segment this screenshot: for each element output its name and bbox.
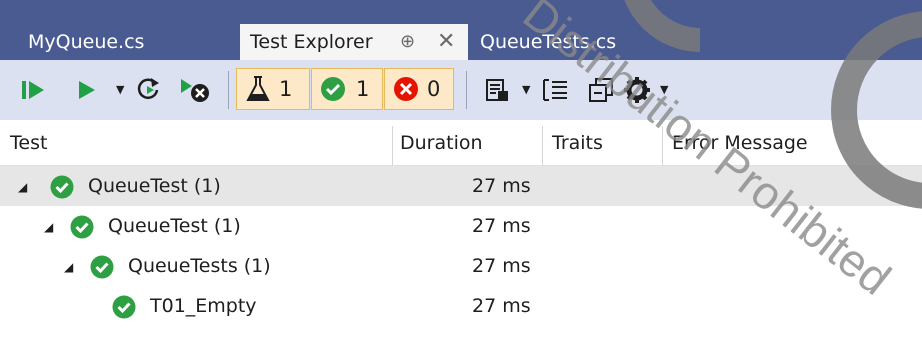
run-dropdown-arrow[interactable]: ▼ [116, 83, 124, 96]
column-traits[interactable]: Traits [552, 120, 603, 166]
run-icon[interactable] [76, 78, 98, 102]
tree-row[interactable]: ◢ QueueTest (1) 27 ms [0, 206, 922, 246]
flask-icon [246, 76, 270, 101]
run-all-icon[interactable] [20, 78, 46, 102]
passed-icon [90, 255, 114, 279]
collapse-icon[interactable] [588, 77, 614, 103]
expand-collapse-icon[interactable]: ◢ [18, 180, 27, 194]
column-header-row: Test Duration Traits Error Message [0, 120, 922, 166]
row-label: QueueTest (1) [108, 215, 241, 237]
group-by-icon[interactable] [540, 77, 570, 103]
tab-label: Test Explorer [250, 31, 373, 53]
tree-row[interactable]: T01_Empty 27 ms [0, 286, 922, 326]
document-tab-bar: MyQueue.cs Test Explorer ⊕ ✕ QueueTests.… [0, 0, 922, 60]
test-explorer-toolbar: ▼ 1 1 0 ▼ ▼ [0, 60, 922, 120]
tab-label: MyQueue.cs [28, 31, 145, 53]
passed-icon [50, 175, 74, 199]
tab-myqueue-cs[interactable]: MyQueue.cs [18, 24, 240, 60]
cancel-run-icon[interactable] [178, 75, 212, 105]
total-count: 1 [279, 77, 293, 101]
tab-queuetests-cs[interactable]: QueueTests.cs [470, 24, 710, 60]
playlist-dropdown-arrow[interactable]: ▼ [522, 83, 530, 96]
passed-tests-filter[interactable]: 1 [311, 68, 383, 110]
expand-collapse-icon[interactable]: ◢ [44, 220, 53, 234]
row-duration: 27 ms [472, 255, 531, 277]
failed-icon [394, 77, 418, 101]
column-divider[interactable] [662, 126, 663, 166]
row-duration: 27 ms [472, 215, 531, 237]
playlist-icon[interactable] [484, 77, 510, 103]
total-tests-filter[interactable]: 1 [236, 68, 310, 110]
toolbar-separator [228, 71, 229, 109]
test-tree: ◢ QueueTest (1) 27 ms ◢ QueueTest (1) 27… [0, 166, 922, 346]
row-label: T01_Empty [150, 295, 257, 317]
column-error-message[interactable]: Error Message [672, 120, 808, 166]
tree-row[interactable]: ◢ QueueTest (1) 27 ms [0, 166, 922, 206]
column-test[interactable]: Test [10, 120, 47, 166]
settings-dropdown-arrow[interactable]: ▼ [660, 83, 668, 96]
passed-icon [70, 215, 94, 239]
settings-icon[interactable] [622, 75, 652, 105]
tab-test-explorer[interactable]: Test Explorer ⊕ ✕ [240, 24, 468, 60]
passed-icon [112, 295, 136, 319]
failed-tests-filter[interactable]: 0 [384, 68, 454, 110]
column-divider[interactable] [392, 126, 393, 166]
toolbar-separator [466, 71, 467, 109]
tree-row[interactable]: ◢ QueueTests (1) 27 ms [0, 246, 922, 286]
repeat-last-run-icon[interactable] [136, 75, 162, 103]
expand-collapse-icon[interactable]: ◢ [64, 260, 73, 274]
passed-icon [321, 77, 345, 101]
row-label: QueueTests (1) [128, 255, 271, 277]
row-duration: 27 ms [472, 175, 531, 197]
pin-icon[interactable]: ⊕ [400, 24, 415, 60]
failed-count: 0 [427, 77, 441, 101]
row-label: QueueTest (1) [88, 175, 221, 197]
column-divider[interactable] [542, 126, 543, 166]
close-icon[interactable]: ✕ [437, 24, 455, 60]
tab-label: QueueTests.cs [480, 31, 617, 53]
passed-count: 1 [356, 77, 370, 101]
row-duration: 27 ms [472, 295, 531, 317]
column-duration[interactable]: Duration [400, 120, 483, 166]
